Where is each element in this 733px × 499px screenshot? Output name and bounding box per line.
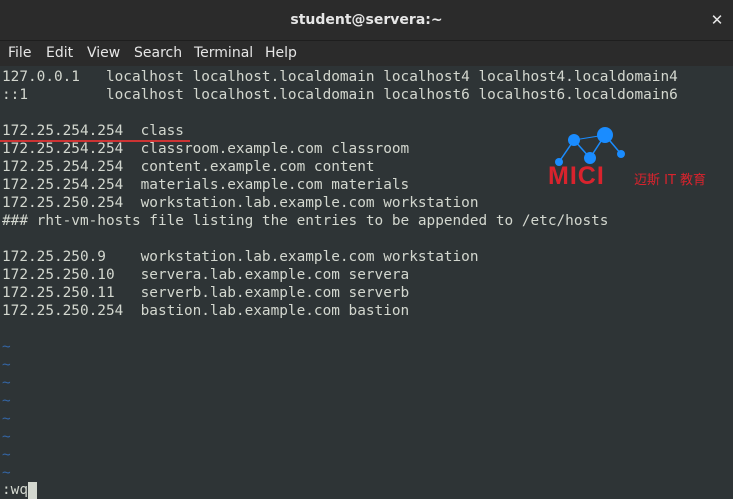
empty-line-tilde: ~ <box>2 465 11 481</box>
close-icon[interactable]: ✕ <box>707 10 727 30</box>
menu-edit[interactable]: Edit <box>46 41 73 66</box>
watermark-logo: MICI 迈斯 IT 教育 <box>546 124 726 190</box>
menu-help[interactable]: Help <box>265 41 297 66</box>
terminal-line: 172.25.250.9 workstation.lab.example.com… <box>2 249 479 265</box>
empty-line-tilde: ~ <box>2 357 11 373</box>
empty-line-tilde: ~ <box>2 411 11 427</box>
terminal-line: ::1 localhost localhost.localdomain loca… <box>2 87 678 103</box>
window-title: student@servera:~ <box>290 12 443 28</box>
terminal-line: 172.25.254.254 content.example.com conte… <box>2 159 375 175</box>
menu-search[interactable]: Search <box>134 41 182 66</box>
menu-view[interactable]: View <box>87 41 120 66</box>
empty-line-tilde: ~ <box>2 447 11 463</box>
text-cursor <box>28 482 37 499</box>
terminal-line: 172.25.254.254 materials.example.com mat… <box>2 177 410 193</box>
watermark-brand: MICI <box>548 162 605 190</box>
terminal-line: 172.25.250.254 bastion.lab.example.com b… <box>2 303 410 319</box>
empty-line-tilde: ~ <box>2 393 11 409</box>
terminal-line: 172.25.250.11 serverb.lab.example.com se… <box>2 285 410 301</box>
menu-terminal[interactable]: Terminal <box>194 41 253 66</box>
terminal-line: 172.25.250.254 workstation.lab.example.c… <box>2 195 479 211</box>
empty-line-tilde: ~ <box>2 429 11 445</box>
watermark-subtitle: 迈斯 IT 教育 <box>634 173 707 188</box>
terminal-line: 172.25.250.10 servera.lab.example.com se… <box>2 267 410 283</box>
command-line: :wq <box>2 482 28 498</box>
menu-bar: File Edit View Search Terminal Help <box>0 41 733 66</box>
empty-line-tilde: ~ <box>2 339 11 355</box>
annotation-underline <box>0 140 190 142</box>
terminal-line: 127.0.0.1 localhost localhost.localdomai… <box>2 69 678 85</box>
terminal-line: ### rht-vm-hosts file listing the entrie… <box>2 213 609 229</box>
terminal-line: 172.25.254.254 classroom.example.com cla… <box>2 141 410 157</box>
terminal-line: 172.25.254.254 class <box>2 123 184 139</box>
empty-line-tilde: ~ <box>2 375 11 391</box>
menu-file[interactable]: File <box>8 41 31 66</box>
title-bar: student@servera:~ ✕ <box>0 0 733 41</box>
